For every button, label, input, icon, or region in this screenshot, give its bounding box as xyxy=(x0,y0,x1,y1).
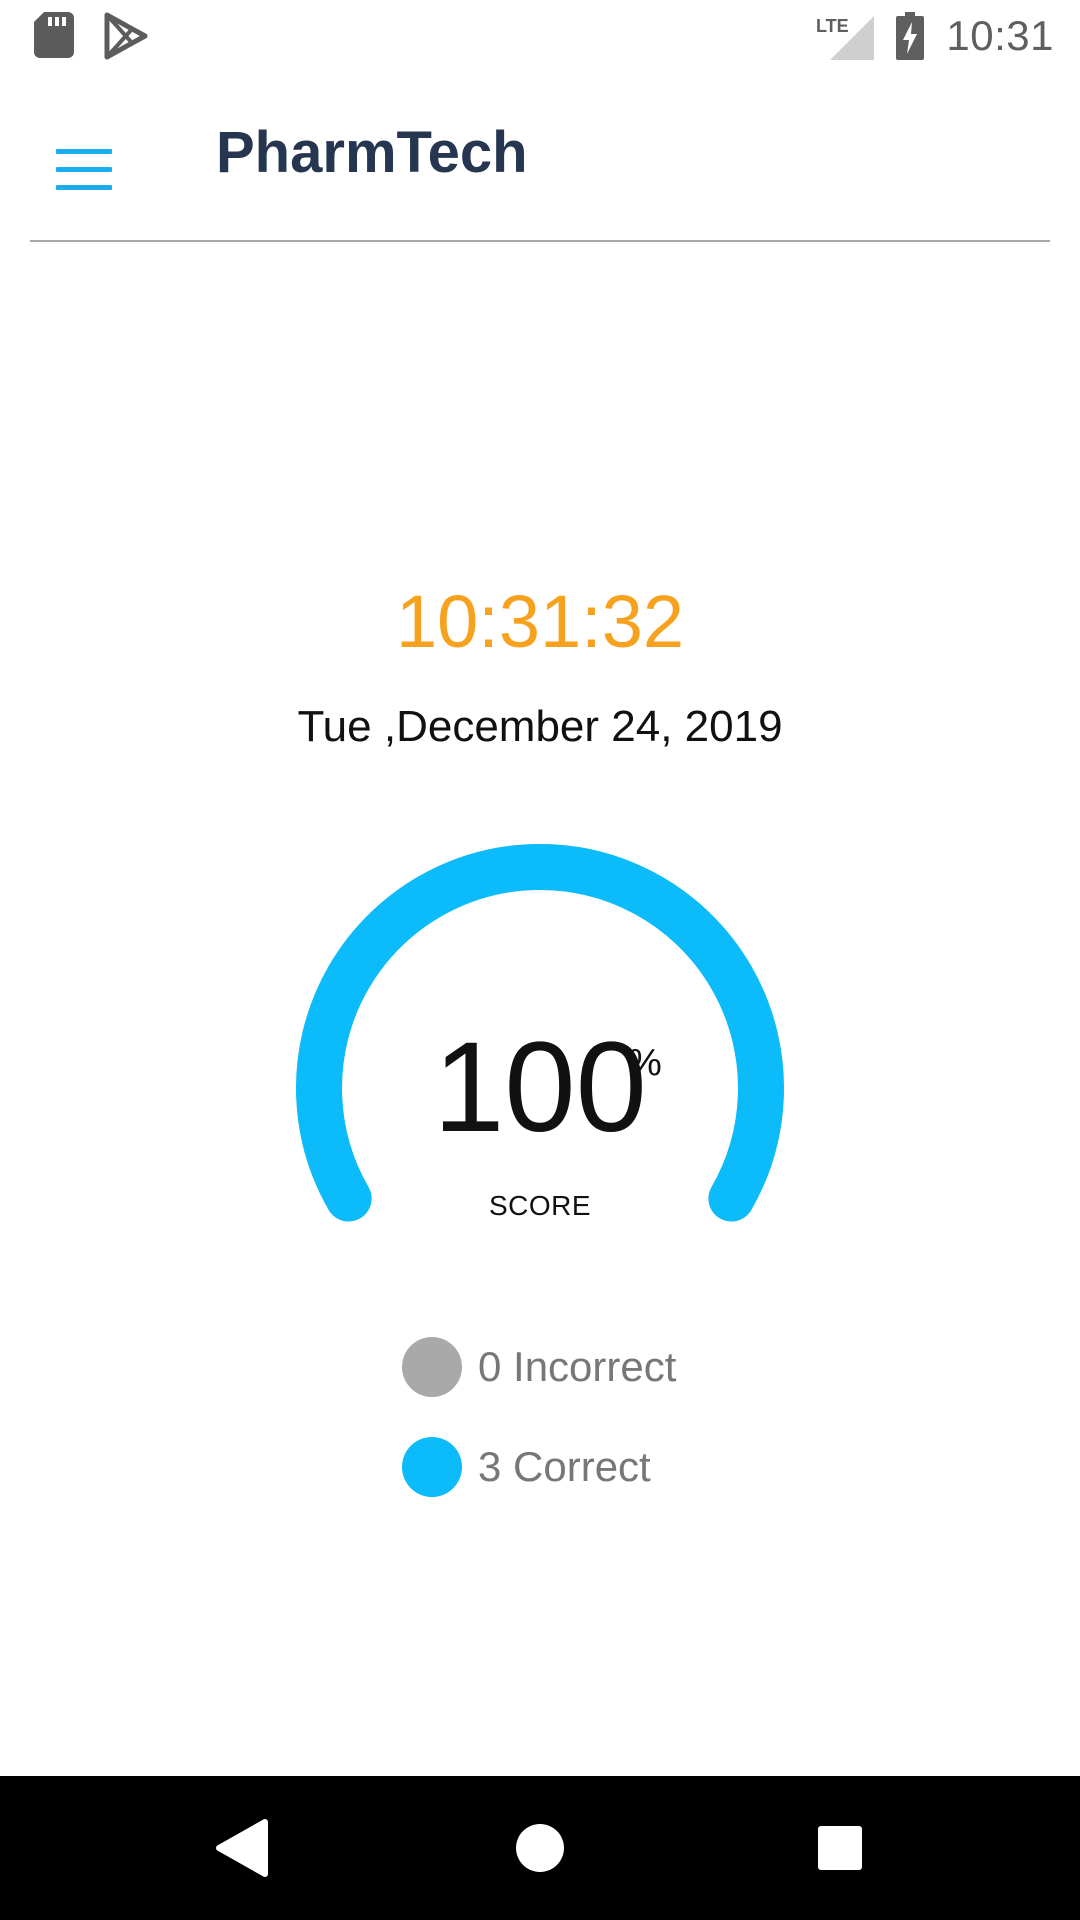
legend-correct: 3 Correct xyxy=(402,1437,651,1497)
back-icon[interactable] xyxy=(205,1812,277,1884)
home-icon[interactable] xyxy=(504,1812,576,1884)
battery-charging-icon xyxy=(896,12,925,60)
navigation-bar xyxy=(0,1776,1080,1920)
recents-icon[interactable] xyxy=(804,1812,876,1884)
legend-incorrect: 0 Incorrect xyxy=(402,1337,676,1397)
score-unit: % xyxy=(628,1042,662,1084)
lte-label: LTE xyxy=(816,16,849,36)
menu-bar-line xyxy=(56,184,112,190)
screen: LTE 10:31 PharmTech 10:31:32 Tue ,Decemb… xyxy=(0,0,1080,1920)
clock-time: 10:31:32 xyxy=(395,580,685,663)
menu-bar-line xyxy=(56,166,112,172)
status-right-group: LTE 10:31 xyxy=(816,10,1054,62)
status-bar: LTE 10:31 xyxy=(0,0,1080,72)
app-bar-divider xyxy=(30,240,1050,242)
lte-signal-icon: LTE xyxy=(816,12,875,60)
correct-dot xyxy=(402,1437,462,1497)
incorrect-label: 0 Incorrect xyxy=(478,1343,677,1390)
app-title: PharmTech xyxy=(216,120,528,185)
incorrect-dot xyxy=(402,1337,462,1397)
sd-card-icon xyxy=(34,12,74,58)
status-time: 10:31 xyxy=(946,12,1054,59)
score-value: 100 xyxy=(433,1016,647,1159)
menu-bar-line xyxy=(56,148,112,154)
correct-label: 3 Correct xyxy=(478,1443,651,1490)
play-store-icon xyxy=(104,12,148,60)
hamburger-menu-icon[interactable] xyxy=(40,124,130,214)
app-bar: PharmTech xyxy=(0,72,1080,240)
score-gauge: 100 % SCORE xyxy=(270,838,810,1238)
score-label: SCORE xyxy=(488,1190,592,1221)
date-text: Tue ,December 24, 2019 xyxy=(297,702,783,751)
